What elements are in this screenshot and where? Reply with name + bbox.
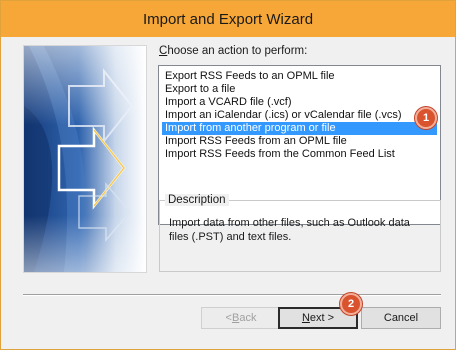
back-mnemonic: B <box>231 312 240 324</box>
button-separator <box>23 294 441 296</box>
back-button[interactable]: < Back <box>201 307 281 329</box>
wizard-banner-image <box>23 45 147 273</box>
title-bar: Import and Export Wizard <box>1 1 455 37</box>
wizard-body: Choose an action to perform: Export RSS … <box>1 37 455 349</box>
callout-badge-2: 2 <box>340 293 362 315</box>
action-import-rss-from-opml[interactable]: Import RSS Feeds from an OPML file <box>162 135 437 148</box>
action-export-rss-to-opml[interactable]: Export RSS Feeds to an OPML file <box>162 70 437 83</box>
action-import-rss-from-common-feed-list[interactable]: Import RSS Feeds from the Common Feed Li… <box>162 148 437 161</box>
action-import-from-program-or-file[interactable]: Import from another program or file <box>162 122 437 135</box>
description-text: Import data from other files, such as Ou… <box>169 217 410 243</box>
action-import-icalendar[interactable]: Import an iCalendar (.ics) or vCalendar … <box>162 109 437 122</box>
next-mnemonic: N <box>301 312 310 324</box>
import-export-wizard-window: Import and Export Wizard Choose an actio… <box>0 0 456 350</box>
window-title: Import and Export Wizard <box>142 10 314 28</box>
choose-action-text: hoose an action to perform: <box>167 45 308 57</box>
description-legend: Description <box>165 194 229 206</box>
cancel-button[interactable]: Cancel <box>361 307 441 329</box>
callout-badge-1: 1 <box>415 107 437 129</box>
action-export-to-file[interactable]: Export to a file <box>162 83 437 96</box>
next-label-rest: ext > <box>309 312 335 324</box>
choose-action-label: Choose an action to perform: <box>159 45 399 59</box>
action-import-vcard[interactable]: Import a VCARD file (.vcf) <box>162 96 437 109</box>
wizard-arrows-graphic <box>24 46 146 272</box>
back-label-rest: ack <box>239 312 257 324</box>
